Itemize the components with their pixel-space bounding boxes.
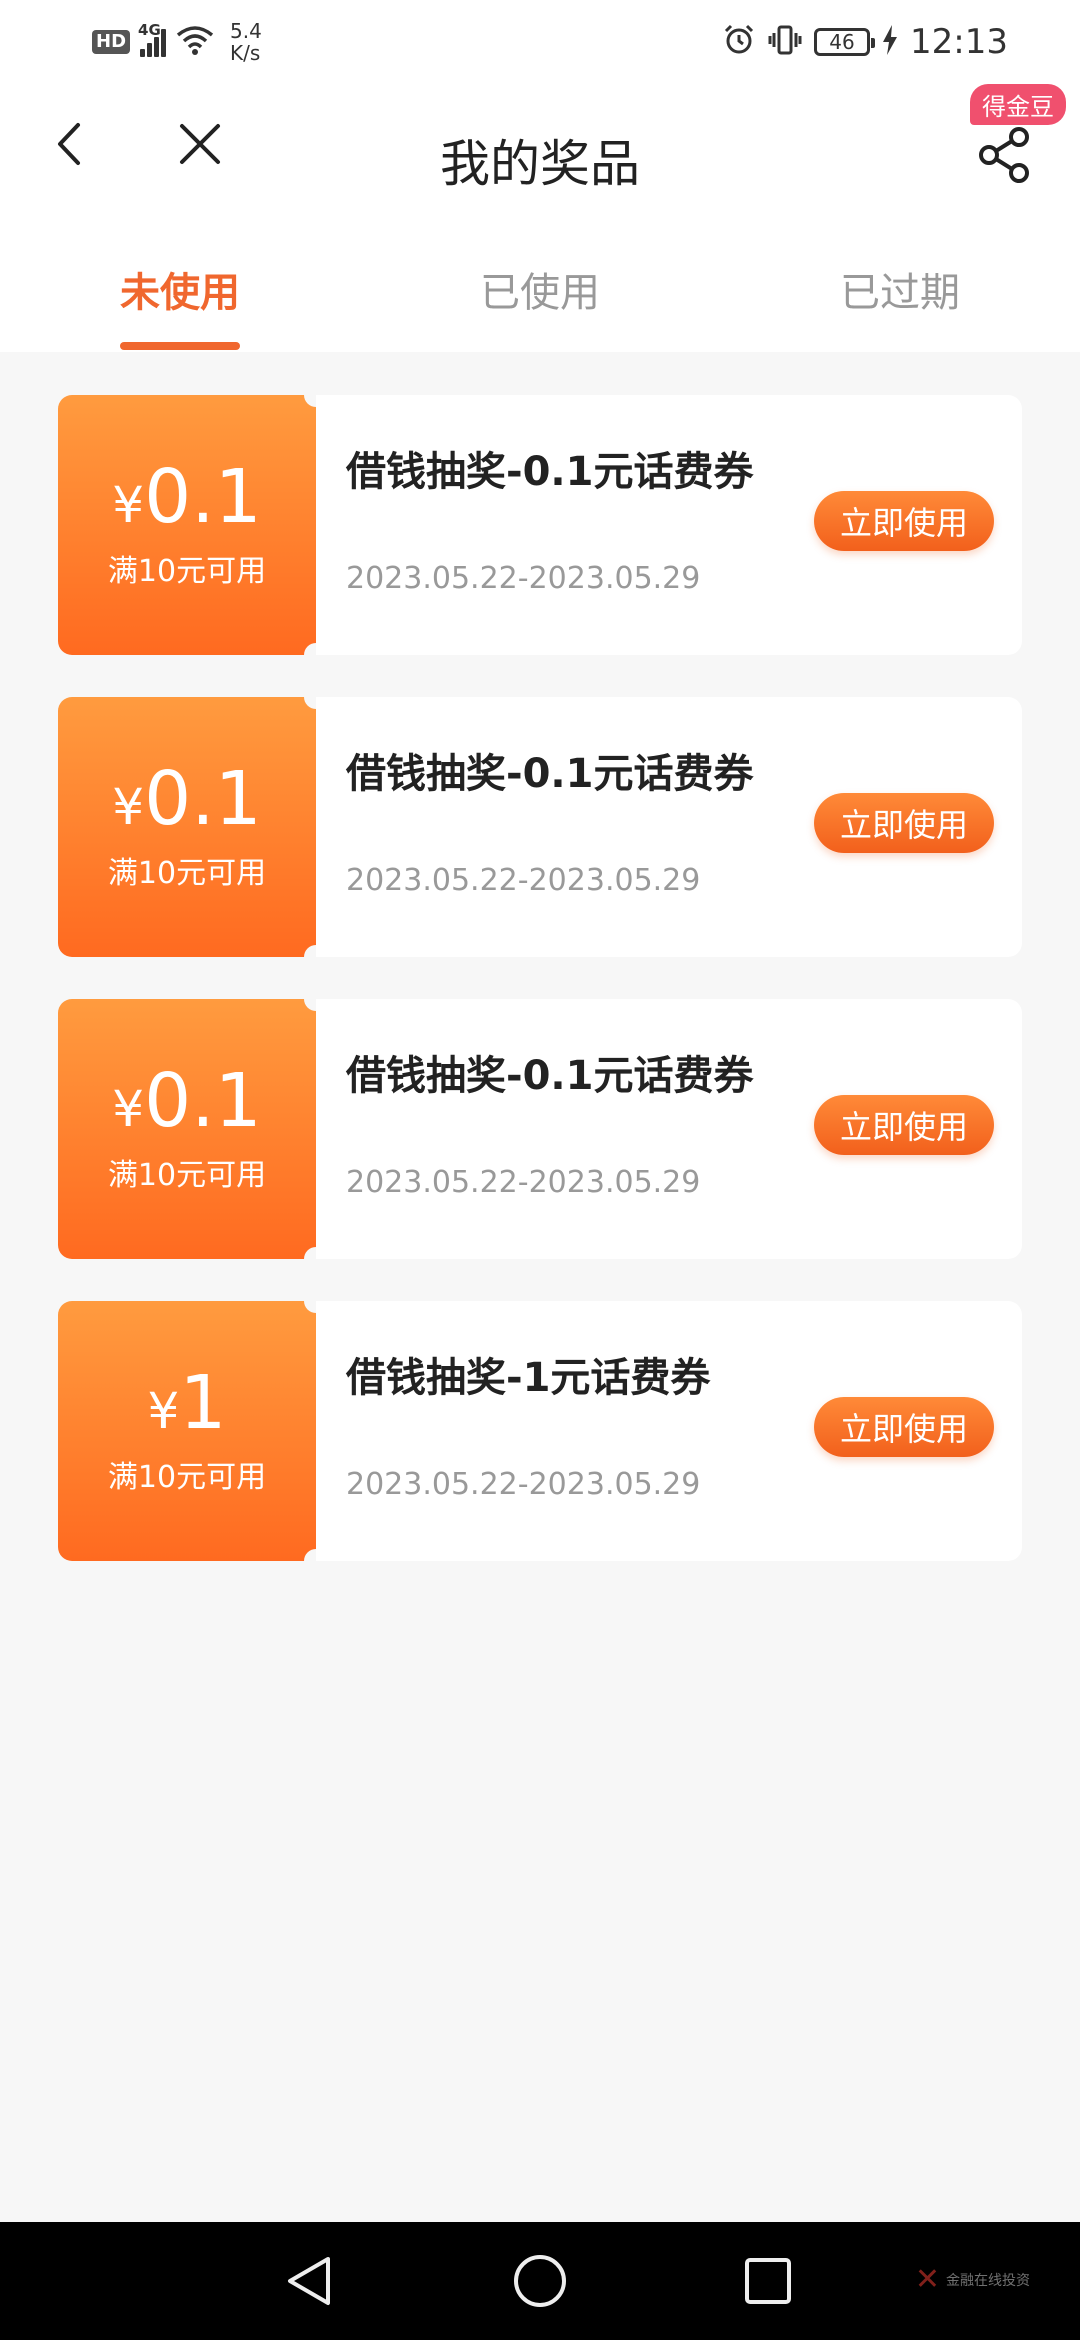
amount-value: 0.1 — [144, 1058, 262, 1144]
page-header: 我的奖品 得金豆 — [0, 84, 1080, 220]
gold-bean-badge[interactable]: 得金豆 — [970, 84, 1066, 125]
coupon-card: ¥ 0.1 满10元可用 借钱抽奖-0.1元话费券 2023.05.22-202… — [58, 987, 1022, 1271]
tab-expired[interactable]: 已过期 — [720, 260, 1080, 318]
hd-indicator: HD — [92, 30, 131, 54]
status-right: 46 12:13 — [722, 18, 1008, 66]
coupon-info: 借钱抽奖-0.1元话费券 2023.05.22-2023.05.29 立即使用 — [316, 999, 1022, 1259]
coupon-value-panel: ¥ 0.1 满10元可用 — [58, 987, 328, 1271]
clock: 12:13 — [910, 22, 1008, 62]
coupon-amount: ¥ 0.1 — [112, 460, 262, 534]
amount-value: 1 — [179, 1360, 227, 1446]
coupon-amount: ¥ 1 — [148, 1366, 227, 1440]
currency-symbol: ¥ — [147, 1382, 180, 1440]
coupon-threshold: 满10元可用 — [107, 554, 267, 589]
nav-back-icon — [288, 2257, 330, 2305]
nav-home-button[interactable] — [505, 2246, 575, 2316]
coupon-value-panel: ¥ 0.1 满10元可用 — [58, 685, 328, 969]
wifi-icon — [176, 25, 214, 59]
alarm-icon — [722, 23, 756, 61]
amount-value: 0.1 — [144, 454, 262, 540]
currency-symbol: ¥ — [112, 476, 145, 534]
nav-recents-icon — [745, 2258, 791, 2304]
coupon-card: ¥ 1 满10元可用 借钱抽奖-1元话费券 2023.05.22-2023.05… — [58, 1289, 1022, 1573]
coupon-threshold: 满10元可用 — [107, 1158, 267, 1193]
coupon-validity: 2023.05.22-2023.05.29 — [346, 1467, 701, 1502]
tab-unused[interactable]: 未使用 — [0, 260, 360, 318]
coupon-card: ¥ 0.1 满10元可用 借钱抽奖-0.1元话费券 2023.05.22-202… — [58, 685, 1022, 969]
share-button[interactable] — [970, 120, 1040, 190]
watermark-x-icon: ✕ — [914, 2262, 940, 2297]
coupon-title: 借钱抽奖-0.1元话费券 — [346, 449, 754, 495]
network-speed: 5.4 K/s — [230, 19, 262, 65]
coupon-title: 借钱抽奖-0.1元话费券 — [346, 1053, 754, 1099]
amount-value: 0.1 — [144, 756, 262, 842]
coupon-card: ¥ 0.1 满10元可用 借钱抽奖-0.1元话费券 2023.05.22-202… — [58, 383, 1022, 667]
coupon-title: 借钱抽奖-0.1元话费券 — [346, 751, 754, 797]
nav-back-button[interactable] — [274, 2246, 344, 2316]
status-bar: HD 4G 5.4 K/s 46 12:13 — [0, 0, 1080, 84]
share-icon — [979, 127, 1029, 183]
signal-icon: 4G — [138, 21, 167, 57]
page-title: 我的奖品 — [440, 135, 640, 193]
use-now-button[interactable]: 立即使用 — [814, 793, 994, 853]
coupon-threshold: 满10元可用 — [107, 1460, 267, 1495]
vibrate-icon — [768, 23, 802, 61]
system-nav-bar: ✕ 金融在线投资 — [0, 2222, 1080, 2340]
network-type: 4G — [138, 21, 161, 39]
tab-bar: 未使用 已使用 已过期 — [0, 220, 1080, 352]
battery-level: 46 — [829, 30, 855, 54]
use-now-button[interactable]: 立即使用 — [814, 491, 994, 551]
use-now-button[interactable]: 立即使用 — [814, 1397, 994, 1457]
coupon-info: 借钱抽奖-1元话费券 2023.05.22-2023.05.29 立即使用 — [316, 1301, 1022, 1561]
watermark-text: 金融在线投资 — [946, 2272, 1030, 2289]
watermark-logo: ✕ 金融在线投资 — [915, 2262, 1030, 2297]
coupon-value-panel: ¥ 0.1 满10元可用 — [58, 383, 328, 667]
coupon-threshold: 满10元可用 — [107, 856, 267, 891]
nav-home-icon — [514, 2255, 566, 2307]
coupon-validity: 2023.05.22-2023.05.29 — [346, 1165, 701, 1200]
nav-recents-button[interactable] — [733, 2246, 803, 2316]
currency-symbol: ¥ — [112, 778, 145, 836]
use-now-button[interactable]: 立即使用 — [814, 1095, 994, 1155]
charging-icon — [882, 25, 898, 59]
currency-symbol: ¥ — [112, 1080, 145, 1138]
status-left: HD 4G 5.4 K/s — [92, 16, 262, 68]
coupon-validity: 2023.05.22-2023.05.29 — [346, 863, 701, 898]
coupon-validity: 2023.05.22-2023.05.29 — [346, 561, 701, 596]
battery-icon: 46 — [814, 28, 876, 56]
coupon-info: 借钱抽奖-0.1元话费券 2023.05.22-2023.05.29 立即使用 — [316, 395, 1022, 655]
coupon-list: ¥ 0.1 满10元可用 借钱抽奖-0.1元话费券 2023.05.22-202… — [58, 383, 1022, 1603]
coupon-title: 借钱抽奖-1元话费券 — [346, 1355, 711, 1401]
tab-indicator — [120, 342, 240, 350]
coupon-value-panel: ¥ 1 满10元可用 — [58, 1289, 328, 1573]
coupon-amount: ¥ 0.1 — [112, 1064, 262, 1138]
coupon-amount: ¥ 0.1 — [112, 762, 262, 836]
tab-used[interactable]: 已使用 — [360, 260, 720, 318]
coupon-info: 借钱抽奖-0.1元话费券 2023.05.22-2023.05.29 立即使用 — [316, 697, 1022, 957]
